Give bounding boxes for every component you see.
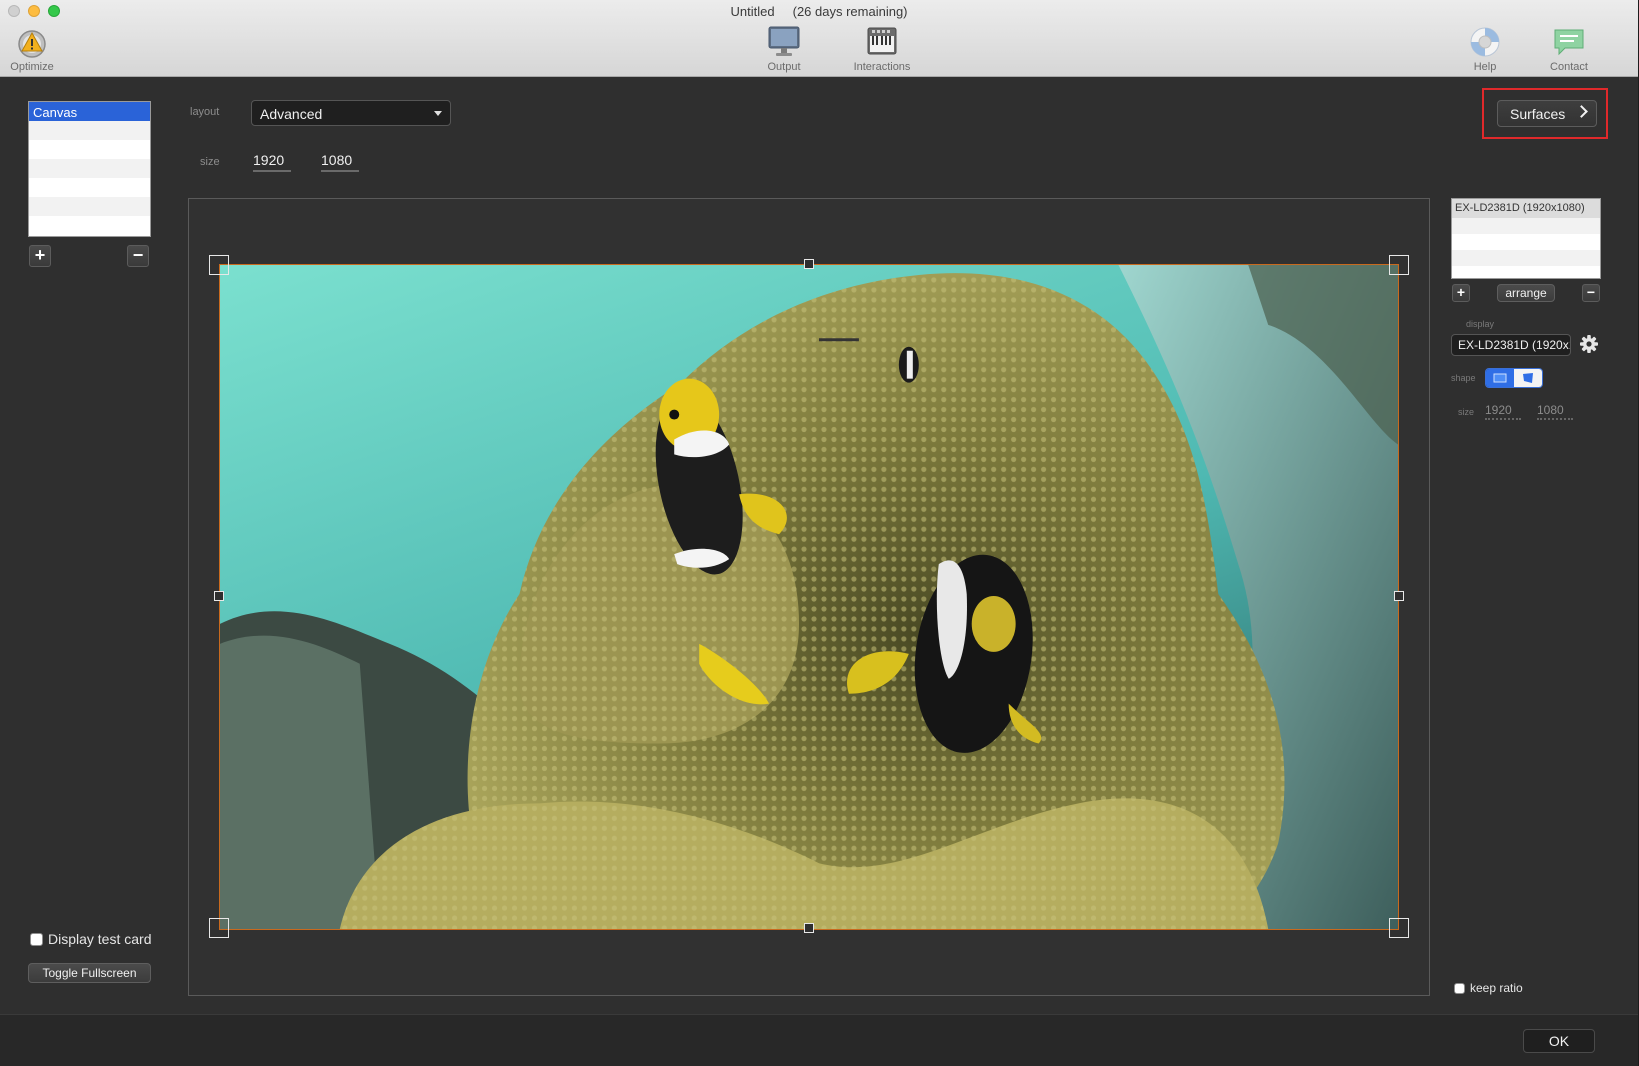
surface-height-field[interactable]: 1080 [1537, 403, 1573, 420]
surfaces-button-label: Surfaces [1510, 106, 1566, 122]
surface-edge-handle-bottom[interactable] [804, 923, 814, 933]
canvas-size-label: size [200, 156, 220, 168]
display-list[interactable]: EX-LD2381D (1920x1080) [1451, 198, 1601, 279]
keep-ratio-checkbox[interactable] [1454, 982, 1465, 994]
display-list-item[interactable]: EX-LD2381D (1920x1080) [1452, 199, 1600, 218]
keep-ratio-label: keep ratio [1470, 981, 1523, 995]
toolbar-contact[interactable]: Contact [1529, 24, 1609, 73]
canvas-list[interactable]: Canvas [28, 101, 151, 237]
quad-shape-icon [1523, 373, 1533, 383]
speech-bubble-icon [1554, 29, 1584, 56]
display-test-card-toggle[interactable]: Display test card [30, 931, 151, 947]
display-select[interactable]: EX-LD2381D (1920x1080) [1451, 334, 1571, 356]
ok-button[interactable]: OK [1523, 1029, 1595, 1053]
underwater-video-frame [220, 265, 1398, 929]
shape-quad-option[interactable] [1514, 369, 1542, 387]
shape-label: shape [1451, 373, 1476, 383]
add-canvas-button[interactable]: + [29, 245, 51, 267]
surface-corner-handle-top-right[interactable] [1389, 255, 1409, 275]
toolbar-interactions-label: Interactions [853, 61, 911, 73]
surfaces-button[interactable]: Surfaces [1497, 100, 1597, 127]
display-label: display [1466, 319, 1495, 329]
chevron-right-icon [1575, 105, 1588, 118]
app-window: Untitled (26 days remaining) Optimize Ou… [0, 0, 1639, 1066]
surface-edge-handle-left[interactable] [214, 591, 224, 601]
toolbar-output-label: Output [767, 61, 801, 73]
keep-ratio-toggle[interactable]: keep ratio [1454, 981, 1523, 995]
surface-corner-handle-bottom-right[interactable] [1389, 918, 1409, 938]
toolbar-contact-label: Contact [1550, 61, 1588, 73]
layout-value: Advanced [260, 106, 323, 122]
surface-corner-handle-bottom-left[interactable] [209, 918, 229, 938]
surface-size-label: size [1458, 407, 1475, 417]
canvas-height-field[interactable]: 1080 [321, 152, 359, 172]
surface-edge-handle-right[interactable] [1394, 591, 1404, 601]
remove-display-button[interactable]: − [1582, 284, 1600, 302]
midi-keyboard-icon [867, 27, 897, 55]
canvas-width-field[interactable]: 1920 [253, 152, 291, 172]
toggle-fullscreen-button[interactable]: Toggle Fullscreen [28, 963, 151, 983]
arrange-button[interactable]: arrange [1497, 284, 1555, 302]
add-display-button[interactable]: + [1452, 284, 1470, 302]
gear-icon[interactable] [1579, 334, 1599, 354]
chevron-down-icon [434, 111, 442, 116]
canvas-list-item[interactable]: Canvas [29, 102, 150, 121]
shape-rectangle-option[interactable] [1486, 369, 1514, 387]
display-test-card-label: Display test card [48, 931, 152, 947]
title-bar: Untitled (26 days remaining) Optimize Ou… [0, 0, 1638, 77]
layout-dropdown[interactable]: Advanced [251, 100, 451, 126]
toolbar-interactions[interactable]: Interactions [842, 24, 922, 73]
toolbar-output[interactable]: Output [744, 24, 824, 73]
toolbar-help[interactable]: Help [1445, 24, 1525, 73]
surface-width-field[interactable]: 1920 [1485, 403, 1521, 420]
lifebuoy-icon [1470, 27, 1500, 57]
rectangle-shape-icon [1493, 373, 1507, 383]
bottom-bar [0, 1014, 1638, 1066]
shape-segmented-control[interactable] [1485, 368, 1543, 388]
surface-corner-handle-top-left[interactable] [209, 255, 229, 275]
warning-gauge-icon [18, 30, 46, 58]
toolbar-optimize-label: Optimize [10, 61, 54, 73]
toolbar-help-label: Help [1473, 61, 1497, 73]
remove-canvas-button[interactable]: − [127, 245, 149, 267]
window-title: Untitled (26 days remaining) [730, 4, 908, 19]
monitor-icon [768, 26, 800, 56]
surface-edge-handle-top[interactable] [804, 259, 814, 269]
layout-label: layout [190, 106, 220, 118]
display-test-card-checkbox[interactable] [30, 932, 43, 946]
surface-preview[interactable] [219, 264, 1399, 930]
toolbar-optimize[interactable]: Optimize [0, 24, 72, 73]
